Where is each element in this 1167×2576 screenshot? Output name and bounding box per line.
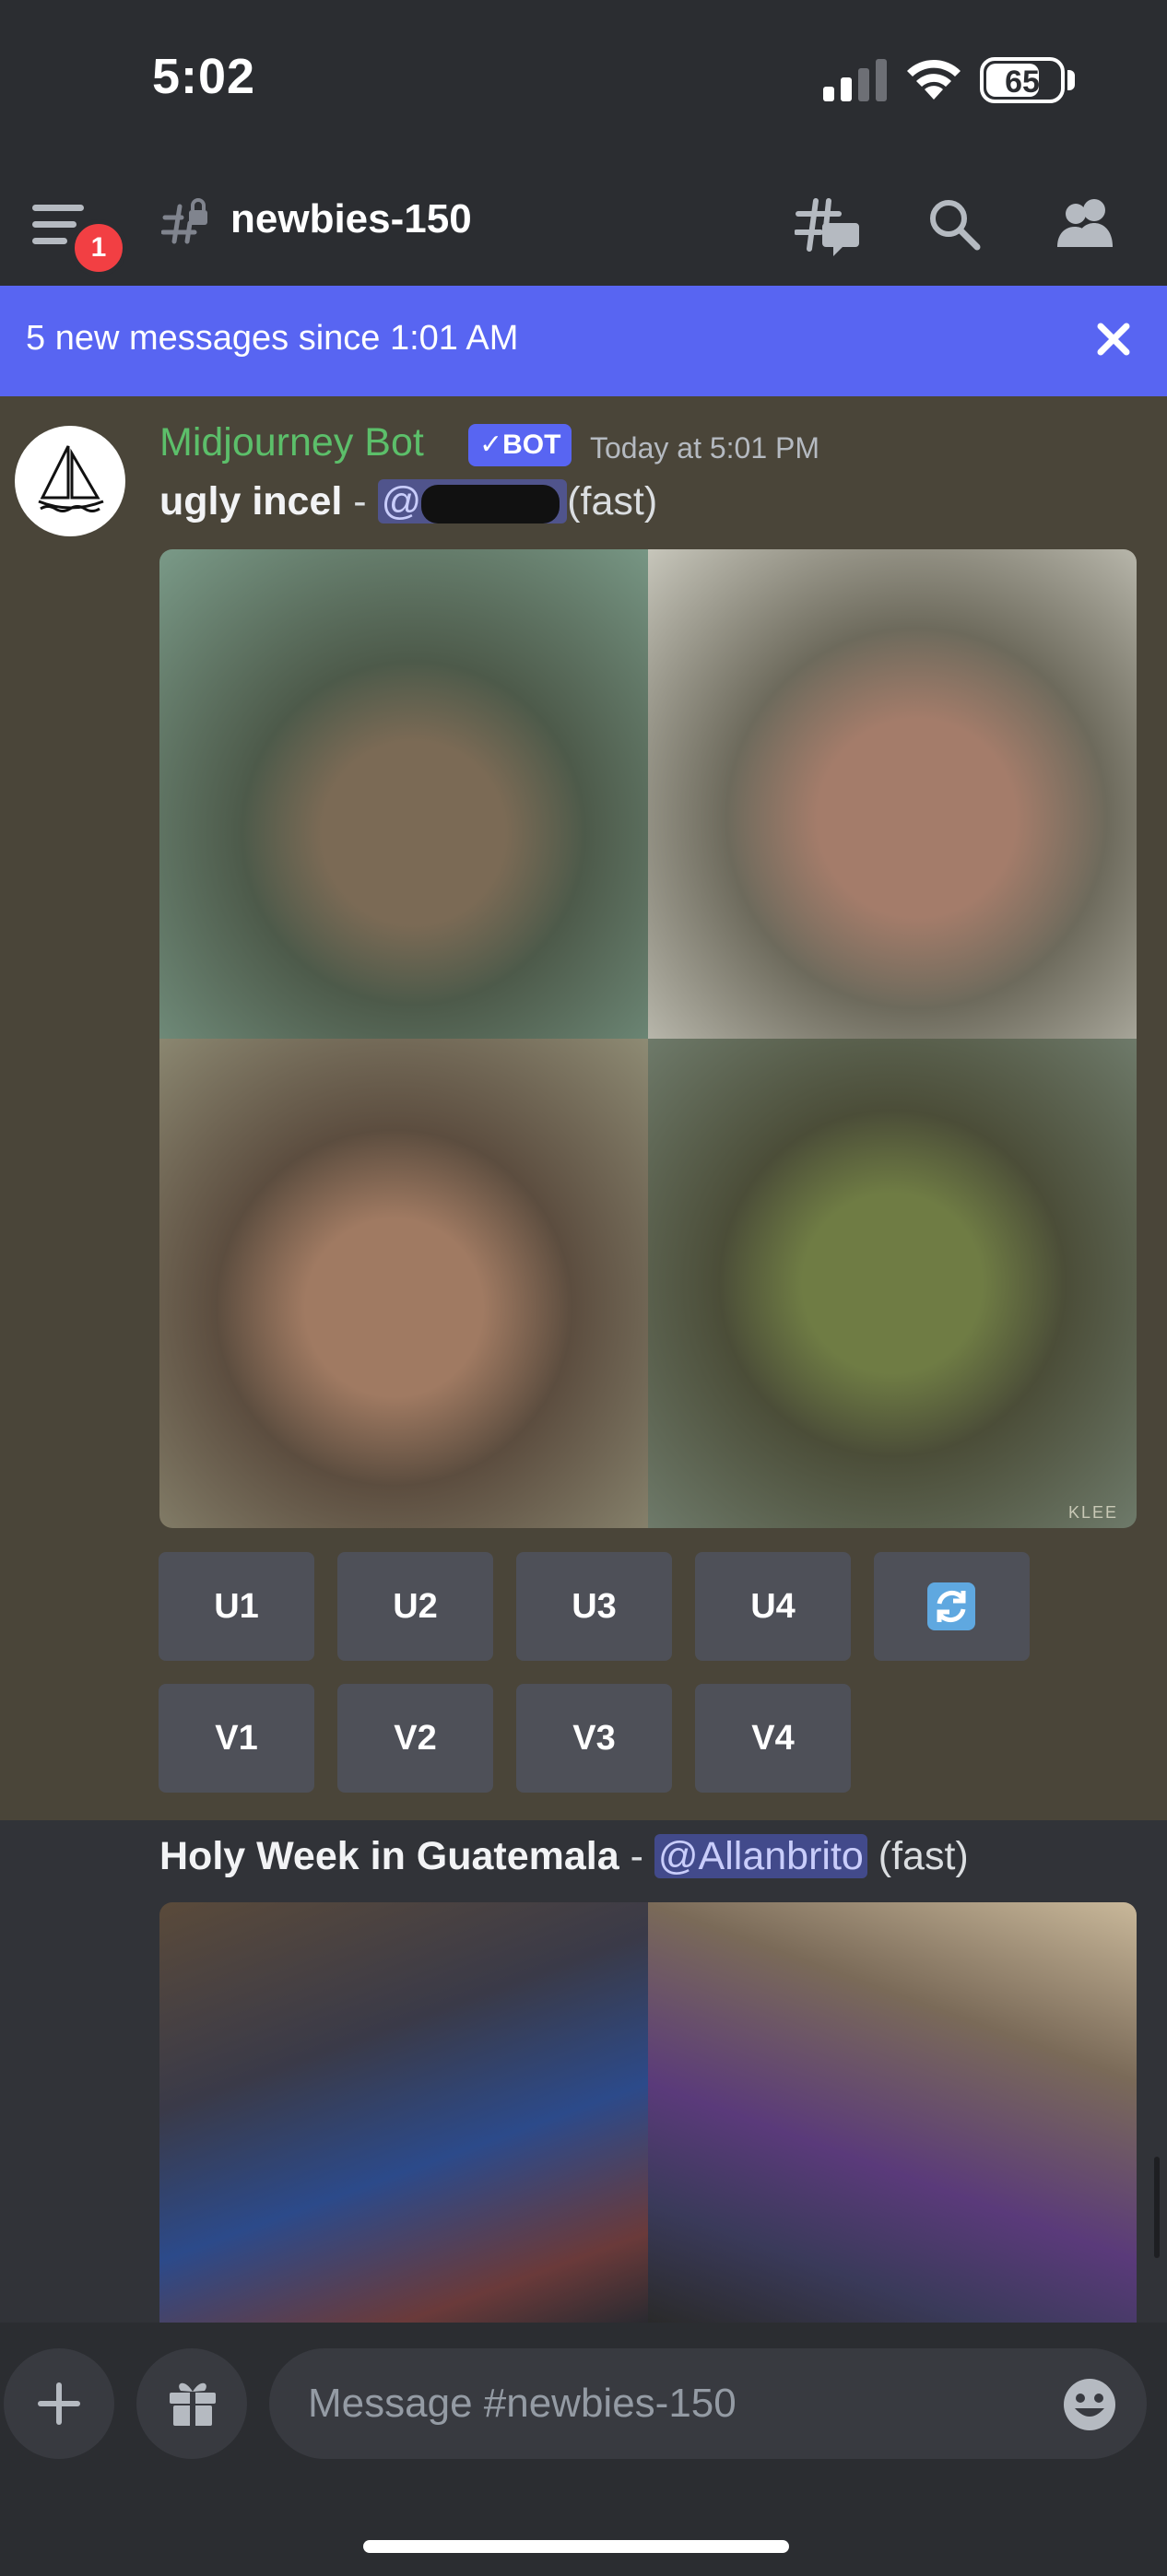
prompt-separator: - xyxy=(619,1834,654,1878)
upscale-1-button[interactable]: U1 xyxy=(159,1552,314,1661)
variation-2-button[interactable]: V2 xyxy=(337,1684,493,1793)
author-name[interactable]: Midjourney Bot xyxy=(159,420,424,465)
generated-image-2[interactable] xyxy=(648,1902,1137,2323)
message-prompt: Holy Week in Guatemala - @Allanbrito (fa… xyxy=(159,1834,969,1879)
image-grid[interactable]: KLEE xyxy=(159,549,1137,1528)
message-input[interactable] xyxy=(269,2348,1147,2459)
threads-icon[interactable] xyxy=(795,195,859,256)
reroll-button[interactable] xyxy=(874,1552,1030,1661)
scrollbar[interactable] xyxy=(1154,2157,1160,2258)
upscale-4-button[interactable]: U4 xyxy=(695,1552,851,1661)
verified-check-icon: ✓ xyxy=(479,429,503,460)
speed-label: (fast) xyxy=(567,479,658,523)
locked-channel-hash-icon xyxy=(161,198,207,244)
battery-icon: 65 xyxy=(980,57,1065,103)
emoji-icon[interactable] xyxy=(1062,2377,1117,2432)
image-signature: KLEE xyxy=(1067,1503,1118,1522)
upscale-3-button[interactable]: U3 xyxy=(516,1552,672,1661)
members-icon[interactable] xyxy=(1055,197,1116,249)
image-grid[interactable] xyxy=(159,1902,1137,2323)
wifi-icon xyxy=(907,59,961,100)
variation-3-button[interactable]: V3 xyxy=(516,1684,672,1793)
generated-image-1[interactable] xyxy=(159,549,648,1039)
generated-image-2[interactable] xyxy=(648,549,1137,1039)
generated-image-4[interactable]: KLEE xyxy=(648,1039,1137,1528)
refresh-icon xyxy=(927,1582,975,1630)
gift-button[interactable] xyxy=(136,2348,247,2459)
sailboat-logo-icon xyxy=(38,445,104,512)
status-time: 5:02 xyxy=(152,49,256,104)
generated-image-1[interactable] xyxy=(159,1902,648,2323)
new-messages-text[interactable]: 5 new messages since 1:01 AM xyxy=(26,319,518,359)
message-timestamp: Today at 5:01 PM xyxy=(590,431,820,465)
gift-icon xyxy=(170,2382,216,2426)
redaction-mark xyxy=(421,484,560,523)
variation-4-button[interactable]: V4 xyxy=(695,1684,851,1793)
variation-1-button[interactable]: V1 xyxy=(159,1684,314,1793)
battery-cap xyxy=(1067,70,1075,90)
speed-label: (fast) xyxy=(866,1834,969,1878)
avatar[interactable] xyxy=(15,426,125,536)
plus-icon xyxy=(38,2382,80,2425)
search-icon[interactable] xyxy=(927,197,981,251)
battery-level: 65 xyxy=(1005,65,1040,100)
cellular-signal-icon xyxy=(823,59,887,101)
bot-tag: ✓BOT xyxy=(468,424,572,466)
prompt-text: Holy Week in Guatemala xyxy=(159,1834,619,1878)
user-mention[interactable]: @ xyxy=(377,479,568,523)
add-attachment-button[interactable] xyxy=(4,2348,114,2459)
channel-title[interactable]: newbies-150 xyxy=(230,196,472,242)
message-prompt: ugly incel - @ (fast) xyxy=(159,479,657,524)
upscale-2-button[interactable]: U2 xyxy=(337,1552,493,1661)
user-mention[interactable]: @Allanbrito xyxy=(654,1834,867,1878)
notification-badge: 1 xyxy=(70,219,127,276)
bot-tag-label: BOT xyxy=(502,429,561,460)
generated-image-3[interactable] xyxy=(159,1039,648,1528)
prompt-text: ugly incel xyxy=(159,479,343,523)
prompt-separator: - xyxy=(342,479,378,523)
home-indicator xyxy=(363,2540,789,2553)
mention-at: @ xyxy=(381,479,422,523)
close-icon[interactable] xyxy=(1088,313,1139,365)
